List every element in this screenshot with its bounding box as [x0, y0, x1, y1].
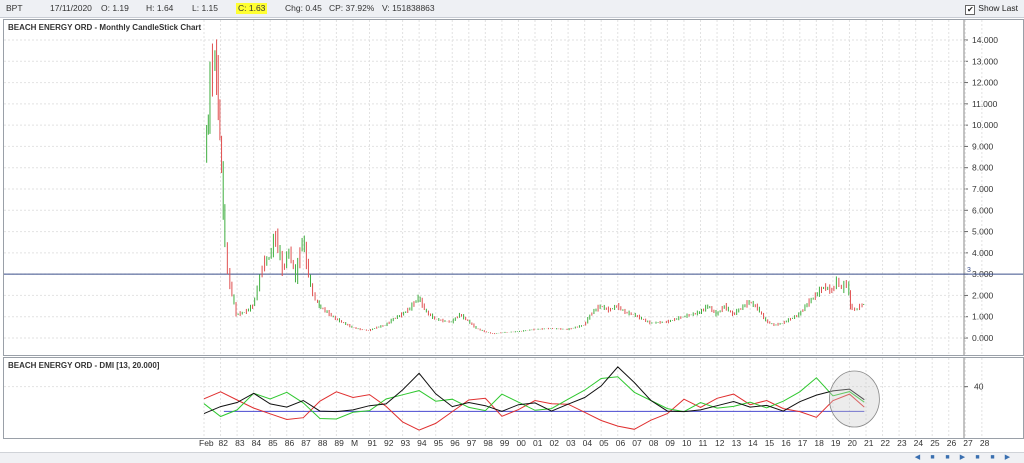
x-tick-label: 92 [384, 438, 394, 448]
show-last-label: Show Last [978, 3, 1018, 13]
x-tick-label: 08 [648, 438, 659, 448]
settings-icon[interactable]: ■ [988, 454, 997, 462]
x-tick-label: 18 [814, 438, 824, 448]
price-chart[interactable]: 14.000 13.000 12.000 11.000 10.000 9.000 8.000… [4, 20, 1023, 355]
x-tick-label: 94 [417, 438, 427, 448]
price-chart-title: BEACH ENERGY ORD - Monthly CandleStick C… [8, 23, 202, 32]
open-label: O: 1.19 [101, 3, 129, 13]
x-tick-label: 82 [218, 438, 229, 448]
checkbox-check-icon[interactable]: ✔ [965, 5, 976, 15]
x-tick-label: 98 [483, 438, 493, 448]
price-y-tick-label: 10.000 [972, 120, 998, 130]
price-y-tick-label: 8.000 [972, 163, 994, 173]
x-tick-label: M [350, 438, 359, 448]
low-label: L: 1.15 [192, 3, 218, 13]
volume-label: V: 151838863 [382, 3, 435, 13]
x-tick-label: 03 [566, 438, 576, 448]
price-y-tick-label: 13.000 [972, 56, 998, 66]
price-y-tick-label: 11.000 [972, 99, 998, 109]
x-tick-label: 11 [698, 438, 708, 448]
x-tick-label: 16 [781, 438, 791, 448]
price-y-tick-label: 6.000 [972, 205, 994, 215]
fit-icon[interactable]: ■ [973, 454, 982, 462]
zoom-out-icon[interactable]: ■ [928, 454, 937, 462]
quote-toolbar: BPT 17/11/2020 O: 1.19 H: 1.64 L: 1.15 C… [0, 0, 1024, 18]
x-tick-label: 20 [847, 438, 857, 448]
x-tick-label: 23 [897, 438, 907, 448]
scroll-right-icon[interactable]: ▶ [1003, 454, 1012, 462]
x-tick-label: 28 [979, 438, 990, 448]
x-tick-label: 24 [913, 438, 924, 448]
x-tick-label: 95 [433, 438, 444, 448]
scroll-end-icon[interactable]: ▶ [958, 454, 967, 462]
x-tick-label: 12 [715, 438, 725, 448]
x-tick-label: 06 [615, 438, 626, 448]
dmi-highlight-ellipse [829, 370, 880, 428]
dmi-y-tick-label: 40 [974, 382, 984, 392]
x-tick-label: 22 [880, 438, 891, 448]
zoom-in-icon[interactable]: ■ [943, 454, 952, 462]
x-tick-label: 05 [599, 438, 609, 448]
price-level-label: 3 [967, 267, 971, 274]
scroll-left-icon[interactable]: ◀ [913, 454, 922, 462]
x-tick-label: 14 [748, 438, 758, 448]
x-tick-label: 10 [681, 438, 692, 448]
symbol-label: BPT [6, 3, 23, 13]
dmi-chart-panel[interactable]: 40 BEACH ENERGY ORD - DMI [13, 20.000] [3, 357, 1024, 439]
x-tick-label: 91 [367, 438, 377, 448]
x-tick-label: 96 [450, 438, 460, 448]
price-y-tick-label: 2.000 [972, 290, 994, 300]
price-y-tick-label: 4.000 [972, 248, 994, 258]
x-tick-label: 13 [731, 438, 742, 448]
close-label: C: 1.63 [236, 3, 268, 14]
x-tick-label: Feb [199, 438, 214, 448]
x-tick-label: 99 [499, 438, 510, 448]
price-chart-panel[interactable]: 14.000 13.000 12.000 11.000 10.000 9.000 8.000… [3, 19, 1024, 356]
price-y-tick-label: 7.000 [972, 184, 994, 194]
x-tick-label: 88 [317, 438, 328, 448]
x-tick-label: 87 [301, 438, 311, 448]
date-label: 17/11/2020 [50, 3, 92, 13]
price-y-tick-label: 9.000 [972, 141, 994, 151]
x-tick-label: 17 [797, 438, 808, 448]
dmi-chart-title: BEACH ENERGY ORD - DMI [13, 20.000] [8, 361, 160, 370]
x-tick-label: 21 [864, 438, 874, 448]
change-pct-label: CP: 37.92% [329, 3, 375, 13]
dmi-chart[interactable]: 40 [4, 358, 1023, 438]
x-tick-label: 26 [946, 438, 957, 448]
price-y-tick-label: 1.000 [972, 312, 994, 322]
x-tick-label: 04 [582, 438, 593, 448]
x-tick-label: 83 [235, 438, 245, 448]
price-y-tick-label: 14.000 [972, 35, 998, 45]
change-label: Chg: 0.45 [285, 3, 322, 13]
x-tick-label: 07 [632, 438, 642, 448]
x-tick-label: 85 [268, 438, 278, 448]
high-label: H: 1.64 [146, 3, 174, 13]
x-tick-label: 97 [466, 438, 477, 448]
x-tick-label: 25 [930, 438, 940, 448]
x-tick-label: 02 [549, 438, 560, 448]
x-tick-label: 89 [334, 438, 344, 448]
x-tick-label: 15 [764, 438, 775, 448]
x-tick-label: 09 [665, 438, 675, 448]
price-y-tick-label: 12.000 [972, 78, 998, 88]
x-tick-label: 01 [533, 438, 543, 448]
show-last-checkbox[interactable]: ✔ Show Last [965, 3, 1018, 15]
price-y-tick-label: 0.000 [972, 333, 994, 343]
x-tick-label: 19 [830, 438, 841, 448]
chart-scrollbar[interactable]: ◀ ■ ■ ▶ ■ ■ ▶ [0, 452, 1024, 463]
x-tick-label: 00 [516, 438, 526, 448]
price-y-tick-label: 5.000 [972, 227, 994, 237]
x-tick-label: 93 [400, 438, 411, 448]
time-axis: Feb 82 83 84 85 86 87 88 89 M 91 92 93 94 95 96 97 98 99 00… [3, 438, 1022, 450]
x-tick-label: 27 [963, 438, 973, 448]
x-tick-label: 84 [251, 438, 262, 448]
x-tick-label: 86 [284, 438, 295, 448]
